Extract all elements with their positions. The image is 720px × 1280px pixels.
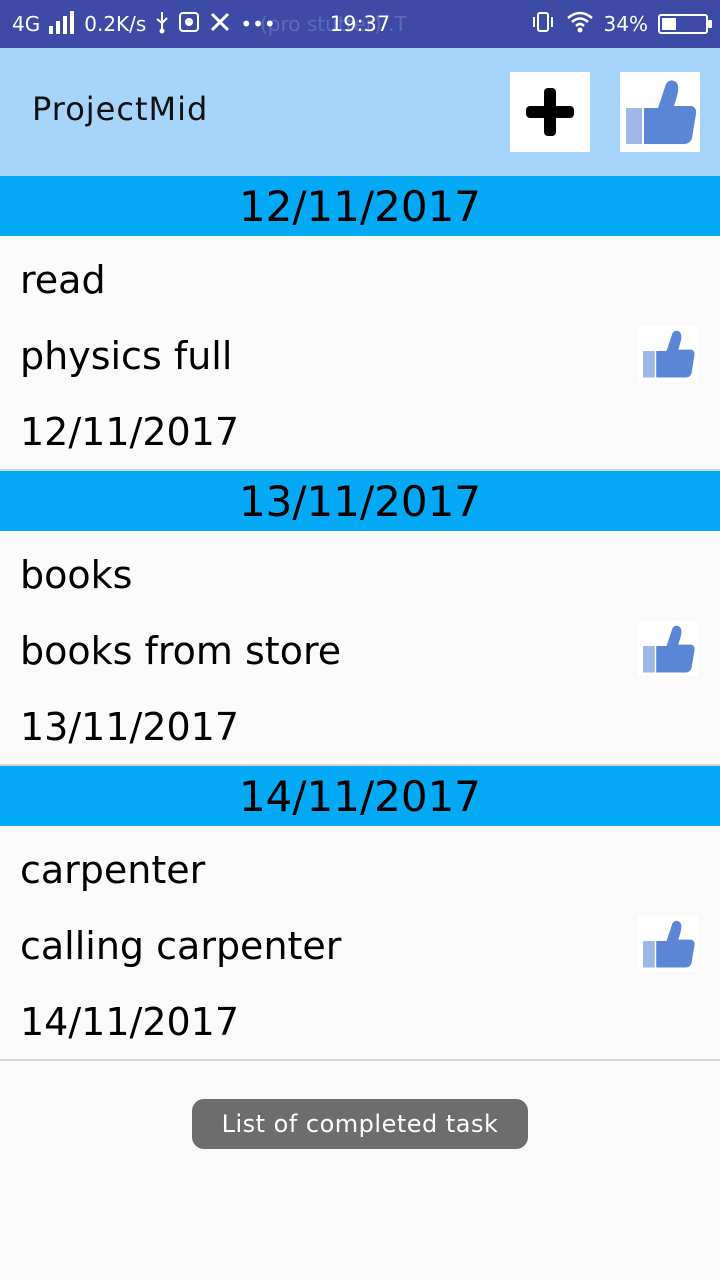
task-date: 13/11/2017 (20, 705, 240, 749)
task-date: 12/11/2017 (20, 410, 240, 454)
task-item[interactable]: read physics full 12/11/2017 (0, 236, 720, 471)
thumbs-up-icon (643, 330, 695, 378)
task-title: read (20, 258, 106, 302)
battery-percent: 34% (603, 12, 648, 36)
task-description: physics full (20, 334, 233, 378)
task-item[interactable]: books books from store 13/11/2017 (0, 531, 720, 766)
task-title: books (20, 553, 133, 597)
task-list: 12/11/2017 read physics full 12/11/2017 … (0, 176, 720, 1061)
charging-icon: ⚡ (677, 13, 689, 32)
thumbs-up-icon (643, 625, 695, 673)
status-bar: 4G 0.2K/s ••• (pro stutter) .T 19:37 34%… (0, 0, 720, 48)
vibrate-icon (530, 10, 556, 39)
date-header: 12/11/2017 (0, 176, 720, 236)
task-date: 14/11/2017 (20, 1000, 240, 1044)
task-like-button[interactable] (638, 326, 698, 381)
task-description: books from store (20, 629, 342, 673)
thumbs-up-icon (626, 80, 697, 144)
task-like-button[interactable] (638, 621, 698, 676)
app-title: ProjectMid (32, 90, 209, 128)
battery-icon: ⚡ (658, 13, 712, 34)
task-like-button[interactable] (638, 916, 698, 971)
task-item[interactable]: carpenter calling carpenter 14/11/2017 (0, 826, 720, 1061)
task-title: carpenter (20, 848, 206, 892)
plus-icon (526, 88, 574, 136)
thumbs-up-icon (643, 920, 695, 968)
clock-text: 19:37 (329, 12, 391, 36)
completed-tasks-button[interactable] (620, 72, 700, 152)
add-task-button[interactable] (510, 72, 590, 152)
toast-message: List of completed task (192, 1099, 528, 1149)
date-header: 14/11/2017 (0, 766, 720, 826)
task-description: calling carpenter (20, 924, 342, 968)
app-bar: ProjectMid (0, 48, 720, 176)
date-header: 13/11/2017 (0, 471, 720, 531)
status-right: 34% ⚡ (530, 0, 712, 48)
wifi-icon (566, 11, 594, 38)
